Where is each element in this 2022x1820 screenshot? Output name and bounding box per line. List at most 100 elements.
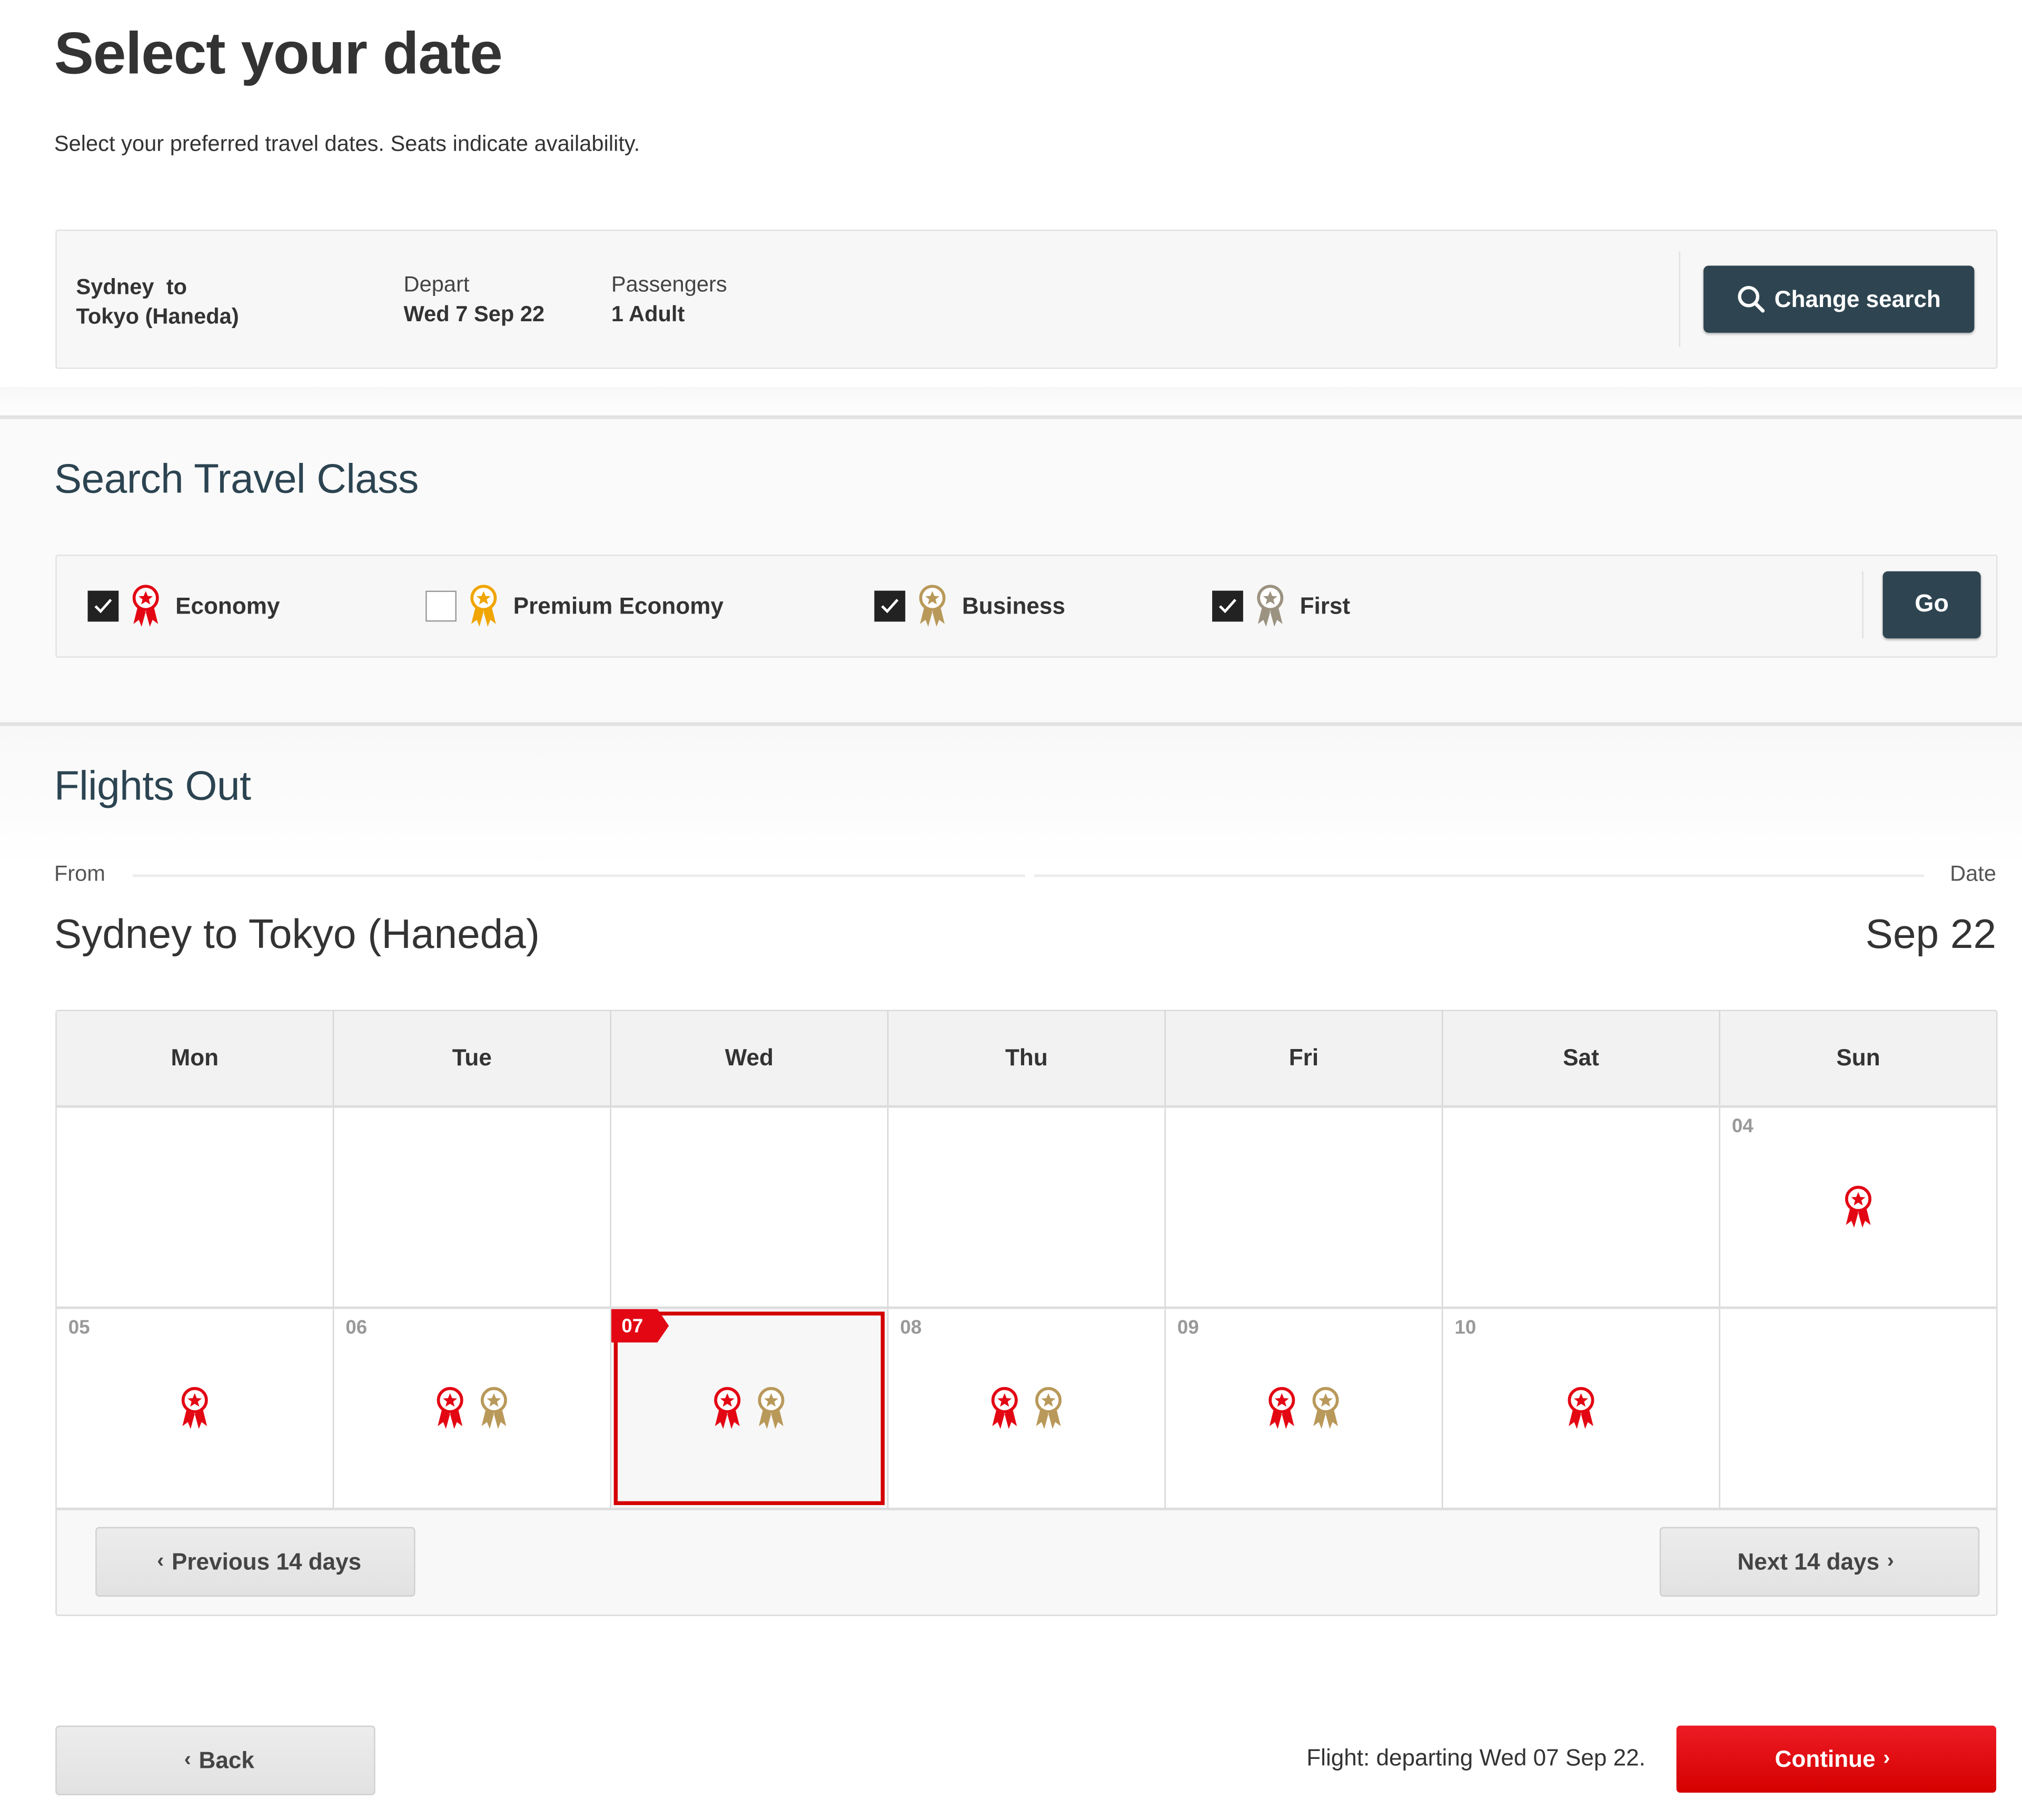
- weekday-thu: Thu: [888, 1011, 1166, 1105]
- economy-award-icon: [1267, 1387, 1296, 1430]
- depart-label: Depart: [403, 272, 470, 297]
- calendar-empty-cell: [1443, 1107, 1720, 1307]
- availability-icons: [1166, 1387, 1442, 1430]
- economy-award-icon: [181, 1387, 209, 1430]
- selected-day-flag: 07: [611, 1309, 669, 1343]
- section-divider: [0, 415, 2022, 419]
- change-search-button[interactable]: Change search: [1703, 265, 1975, 333]
- back-button[interactable]: ‹ Back: [55, 1725, 375, 1796]
- day-number: 10: [1454, 1317, 1476, 1339]
- travel-class-economy[interactable]: Economy: [87, 584, 280, 628]
- next-14-days-button[interactable]: Next 14 days ›: [1659, 1527, 1980, 1597]
- search-summary: Sydney to Tokyo (Haneda) Depart Wed 7 Se…: [55, 229, 1998, 369]
- summary-route: Sydney to Tokyo (Haneda): [76, 272, 239, 332]
- business-award-icon: [480, 1387, 508, 1430]
- travel-class-business[interactable]: Business: [874, 584, 1065, 628]
- date-rule: [1034, 874, 1924, 877]
- chevron-right-icon: ›: [1887, 1550, 1894, 1572]
- availability-icons: [57, 1387, 333, 1430]
- passengers-value: 1 Adult: [611, 302, 685, 327]
- availability-icons: [611, 1387, 887, 1430]
- go-button[interactable]: Go: [1882, 571, 1981, 639]
- travel-class-first[interactable]: First: [1212, 584, 1350, 628]
- availability-icons: [334, 1387, 610, 1430]
- economy-award-icon: [713, 1387, 741, 1430]
- day-number: 06: [345, 1317, 368, 1339]
- flights-out-header-band: [0, 726, 2022, 868]
- availability-icons: [1720, 1185, 1996, 1229]
- business-checkbox[interactable]: [874, 590, 906, 622]
- day-number: 09: [1177, 1317, 1199, 1339]
- page: Select your date Select your preferred t…: [0, 0, 2022, 1820]
- economy-award-icon: [1844, 1185, 1872, 1229]
- calendar-empty-cell: [611, 1107, 889, 1307]
- calendar-week: 05 06 07 08 09 10: [56, 1309, 1997, 1510]
- premium-economy-checkbox[interactable]: [425, 590, 457, 622]
- weekday-wed: Wed: [611, 1011, 889, 1105]
- calendar-day-08[interactable]: 08: [888, 1309, 1166, 1508]
- business-award-icon: [1312, 1387, 1340, 1430]
- availability-icons: [888, 1387, 1164, 1430]
- calendar: Mon Tue Wed Thu Fri Sat Sun 04 05 06 07 08 09 10 ‹ P…: [55, 1010, 1998, 1616]
- summary-passengers: Passengers 1 Adult: [611, 270, 727, 329]
- economy-award-icon: [436, 1387, 464, 1430]
- from-rule: [133, 874, 1025, 877]
- previous-14-days-button[interactable]: ‹ Previous 14 days: [95, 1527, 415, 1597]
- calendar-day-09[interactable]: 09: [1166, 1309, 1443, 1508]
- economy-label: Economy: [175, 592, 280, 619]
- economy-award-icon: [132, 584, 160, 628]
- section-divider: [0, 722, 2022, 726]
- premium-economy-label: Premium Economy: [513, 592, 724, 619]
- business-award-icon: [918, 584, 947, 628]
- calendar-week: 04: [56, 1107, 1997, 1309]
- premium-economy-award-icon: [469, 584, 498, 628]
- calendar-day-10[interactable]: 10: [1443, 1309, 1720, 1508]
- travel-class-bar: Economy Premium Economy Business First Go: [55, 555, 1998, 658]
- month-heading: Sep 22: [1865, 910, 1997, 957]
- passengers-label: Passengers: [611, 272, 727, 297]
- travel-class-premium-economy[interactable]: Premium Economy: [425, 584, 723, 628]
- availability-icons: [1443, 1387, 1719, 1430]
- route-heading: Sydney to Tokyo (Haneda): [54, 910, 540, 957]
- weekday-sat: Sat: [1443, 1011, 1720, 1105]
- day-number: 04: [1732, 1115, 1753, 1138]
- from-label: From: [54, 861, 106, 886]
- first-award-icon: [1256, 584, 1284, 628]
- first-label: First: [1300, 592, 1351, 619]
- economy-award-icon: [1567, 1387, 1595, 1430]
- calendar-day-07[interactable]: 07: [611, 1309, 889, 1508]
- chevron-left-icon: ‹: [184, 1748, 191, 1771]
- summary-route-destination: Tokyo (Haneda): [76, 304, 239, 329]
- calendar-day-05[interactable]: 05: [57, 1309, 334, 1508]
- chevron-left-icon: ‹: [157, 1550, 164, 1572]
- weekday-tue: Tue: [334, 1011, 611, 1105]
- previous-14-days-label: Previous 14 days: [171, 1548, 362, 1575]
- back-label: Back: [199, 1747, 254, 1773]
- date-label: Date: [1950, 861, 1997, 886]
- continue-button[interactable]: Continue ›: [1676, 1725, 1997, 1793]
- day-number: 05: [68, 1317, 90, 1339]
- weekday-mon: Mon: [57, 1011, 334, 1105]
- change-search-label: Change search: [1774, 285, 1941, 312]
- search-icon: [1737, 285, 1775, 313]
- page-title: Select your date: [54, 19, 503, 87]
- page-subtitle: Select your preferred travel dates. Seat…: [54, 131, 640, 156]
- weekday-sun: Sun: [1836, 1044, 1880, 1071]
- flight-selection-summary: Flight: departing Wed 07 Sep 22.: [1306, 1745, 1646, 1771]
- continue-label: Continue: [1775, 1745, 1876, 1772]
- calendar-empty-cell: [1720, 1309, 1996, 1508]
- flights-out-title: Flights Out: [54, 762, 251, 809]
- day-number: 08: [900, 1317, 922, 1339]
- business-award-icon: [1034, 1387, 1063, 1430]
- classbar-divider: [1862, 571, 1864, 639]
- economy-checkbox[interactable]: [87, 590, 119, 622]
- business-award-icon: [757, 1387, 786, 1430]
- first-checkbox[interactable]: [1212, 590, 1243, 622]
- section-spacer: [0, 387, 2022, 416]
- economy-award-icon: [990, 1387, 1019, 1430]
- summary-divider: [1679, 251, 1681, 347]
- calendar-day-04[interactable]: 04: [1720, 1108, 1996, 1307]
- business-label: Business: [962, 592, 1065, 619]
- calendar-day-06[interactable]: 06: [334, 1309, 611, 1508]
- depart-value: Wed 7 Sep 22: [403, 302, 545, 327]
